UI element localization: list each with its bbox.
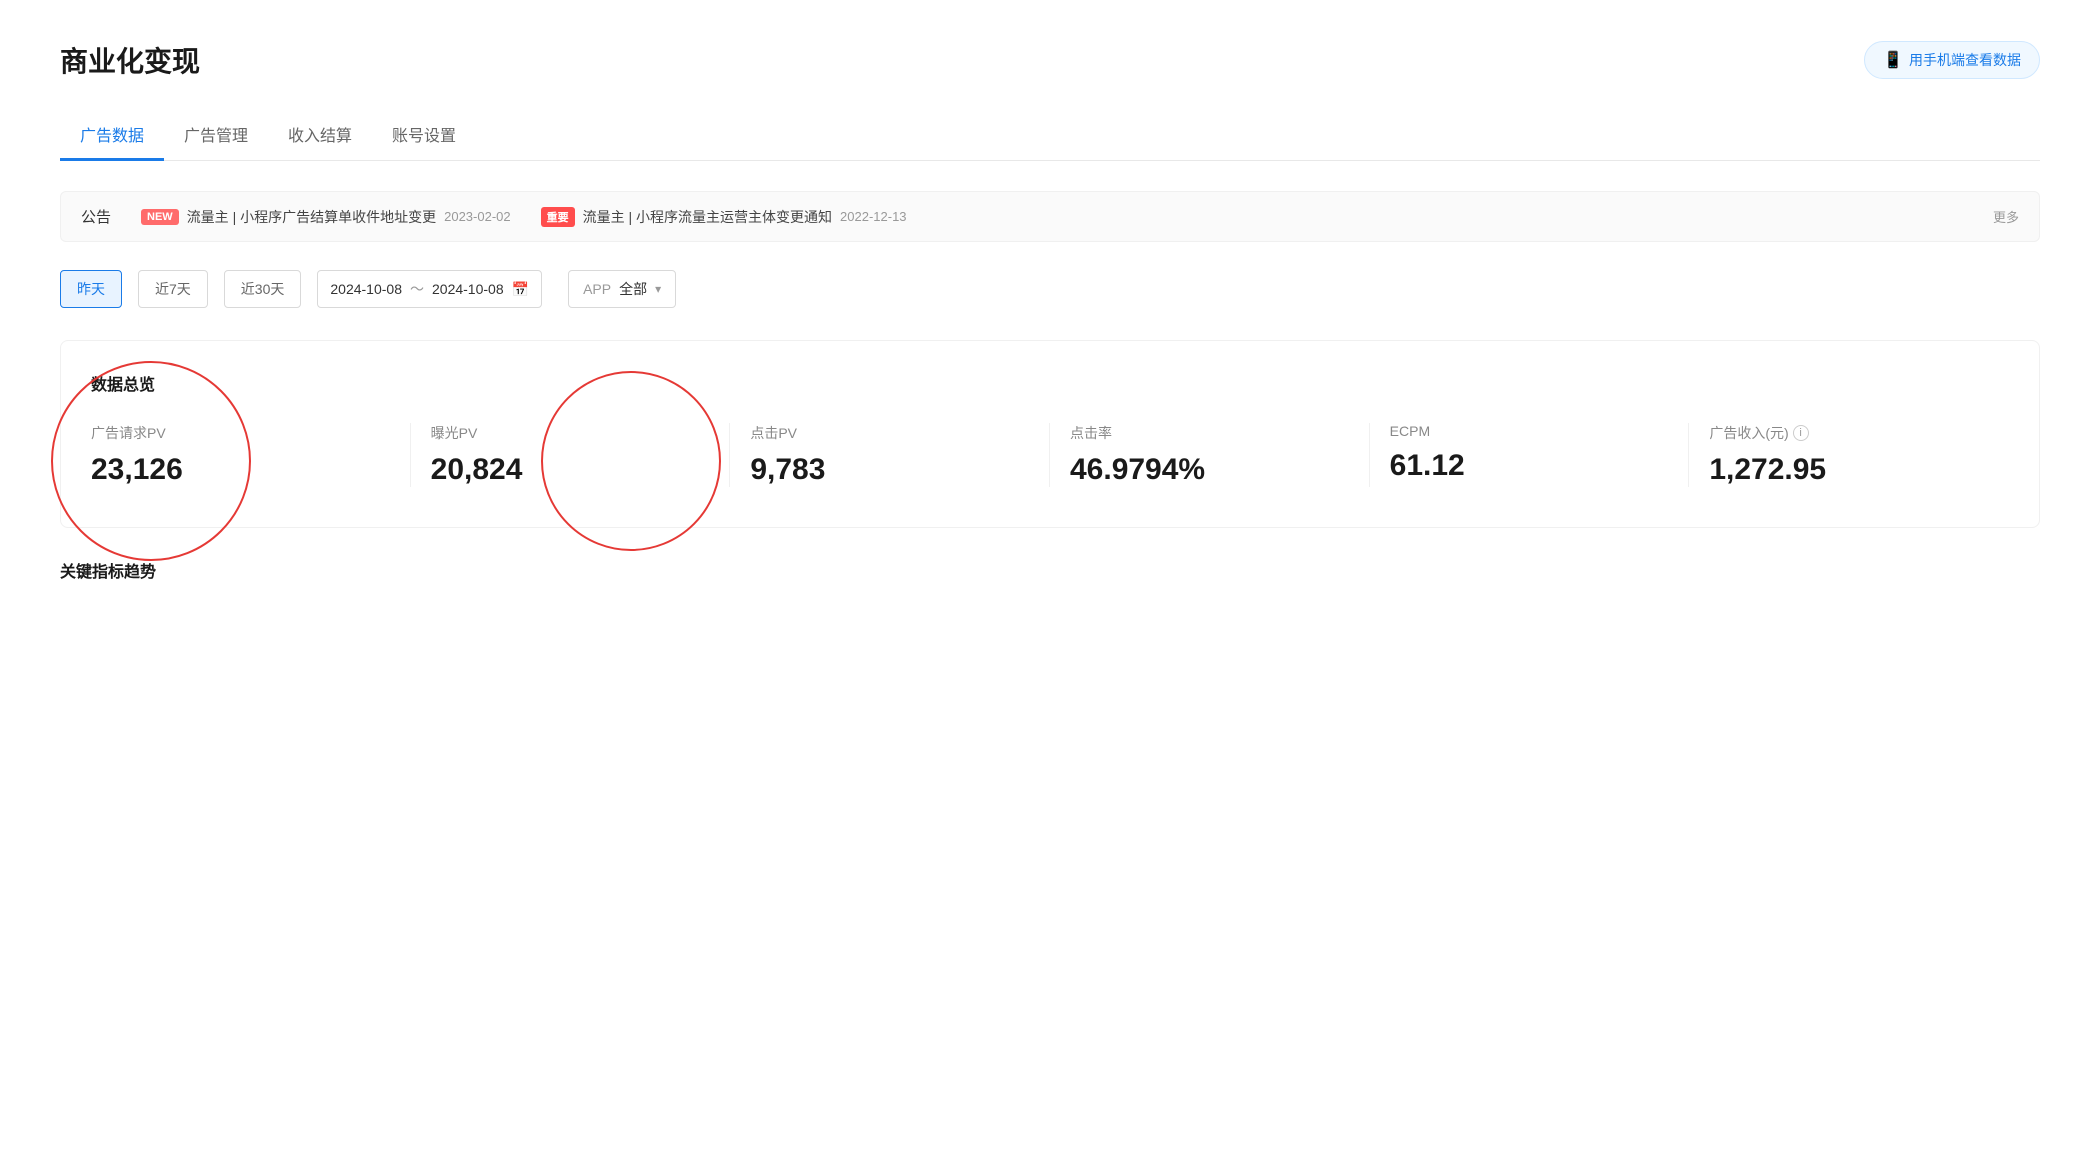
content-area: 商业化变现 📱 用手机端查看数据 广告数据 广告管理 收入结算 账号设置 公告 … xyxy=(0,0,2100,1156)
stat-click-value: 9,783 xyxy=(750,453,1029,487)
badge-important: 重要 xyxy=(541,207,575,227)
app-selector[interactable]: APP 全部 ▾ xyxy=(568,270,676,308)
time-btn-yesterday[interactable]: 昨天 xyxy=(60,270,122,308)
mobile-view-button[interactable]: 📱 用手机端查看数据 xyxy=(1864,41,2040,79)
stat-click-rate-value: 46.9794% xyxy=(1070,453,1349,487)
stat-revenue-label: 广告收入(元) i xyxy=(1709,423,1989,443)
date-range-picker[interactable]: 2024-10-08 ～ 2024-10-08 📅 xyxy=(317,270,542,308)
tabs-bar: 广告数据 广告管理 收入结算 账号设置 xyxy=(60,110,2040,161)
date-start: 2024-10-08 xyxy=(330,281,402,297)
notice-date-2: 2022-12-13 xyxy=(840,209,907,224)
notice-item-2: 重要 流量主 | 小程序流量主运营主体变更通知 2022-12-13 xyxy=(541,207,907,227)
page-wrapper: 商业化变现 📱 用手机端查看数据 广告数据 广告管理 收入结算 账号设置 公告 … xyxy=(0,0,2100,1156)
app-selector-value: 全部 xyxy=(619,279,647,299)
notice-label: 公告 xyxy=(81,206,111,227)
date-separator: ～ xyxy=(410,279,424,299)
stat-revenue-value: 1,272.95 xyxy=(1709,453,1989,487)
stat-ad-request-label: 广告请求PV xyxy=(91,423,390,443)
tab-account[interactable]: 账号设置 xyxy=(372,110,476,161)
stat-exposure-label: 曝光PV xyxy=(431,423,710,443)
app-selector-label: APP xyxy=(583,281,611,297)
page-title: 商业化变现 xyxy=(60,40,200,80)
mobile-view-label: 用手机端查看数据 xyxy=(1909,50,2021,70)
stat-click-label: 点击PV xyxy=(750,423,1029,443)
stat-click: 点击PV 9,783 xyxy=(730,423,1050,487)
stat-exposure: 曝光PV 20,824 xyxy=(411,423,731,487)
stat-ad-request: 广告请求PV 23,126 xyxy=(91,423,411,487)
mobile-icon: 📱 xyxy=(1883,50,1903,70)
stats-section: 数据总览 广告请求PV 23,126 曝光PV 20,824 点击PV 9,78… xyxy=(60,340,2040,528)
stat-ecpm-value: 61.12 xyxy=(1390,449,1669,483)
time-btn-30days[interactable]: 近30天 xyxy=(224,270,302,308)
stats-section-title: 数据总览 xyxy=(91,371,2009,395)
tab-income[interactable]: 收入结算 xyxy=(268,110,372,161)
date-end: 2024-10-08 xyxy=(432,281,504,297)
stat-click-rate-label: 点击率 xyxy=(1070,423,1349,443)
chevron-down-icon: ▾ xyxy=(655,282,661,296)
tab-ad-manage[interactable]: 广告管理 xyxy=(164,110,268,161)
page-header: 商业化变现 📱 用手机端查看数据 xyxy=(60,40,2040,80)
stat-ecpm-label: ECPM xyxy=(1390,423,1669,439)
notice-date-1: 2023-02-02 xyxy=(444,209,511,224)
notice-item-1: NEW 流量主 | 小程序广告结算单收件地址变更 2023-02-02 xyxy=(141,207,511,227)
badge-new: NEW xyxy=(141,209,179,225)
stats-grid: 广告请求PV 23,126 曝光PV 20,824 点击PV 9,783 点击率… xyxy=(91,423,2009,487)
stat-revenue: 广告收入(元) i 1,272.95 xyxy=(1689,423,2009,487)
revenue-info-icon[interactable]: i xyxy=(1793,425,1809,441)
notice-text-1[interactable]: 流量主 | 小程序广告结算单收件地址变更 xyxy=(187,207,436,227)
calendar-icon: 📅 xyxy=(512,281,529,298)
notice-bar: 公告 NEW 流量主 | 小程序广告结算单收件地址变更 2023-02-02 重… xyxy=(60,191,2040,242)
trend-section-title: 关键指标趋势 xyxy=(60,558,2040,582)
stat-ecpm: ECPM 61.12 xyxy=(1370,423,1690,487)
notice-more[interactable]: 更多 xyxy=(1993,207,2019,226)
notice-text-2[interactable]: 流量主 | 小程序流量主运营主体变更通知 xyxy=(583,207,832,227)
stat-click-rate: 点击率 46.9794% xyxy=(1050,423,1370,487)
time-btn-7days[interactable]: 近7天 xyxy=(138,270,208,308)
stat-exposure-value: 20,824 xyxy=(431,453,710,487)
filter-bar: 昨天 近7天 近30天 2024-10-08 ～ 2024-10-08 📅 AP… xyxy=(60,270,2040,308)
stat-ad-request-value: 23,126 xyxy=(91,453,390,487)
tab-ad-data[interactable]: 广告数据 xyxy=(60,110,164,161)
